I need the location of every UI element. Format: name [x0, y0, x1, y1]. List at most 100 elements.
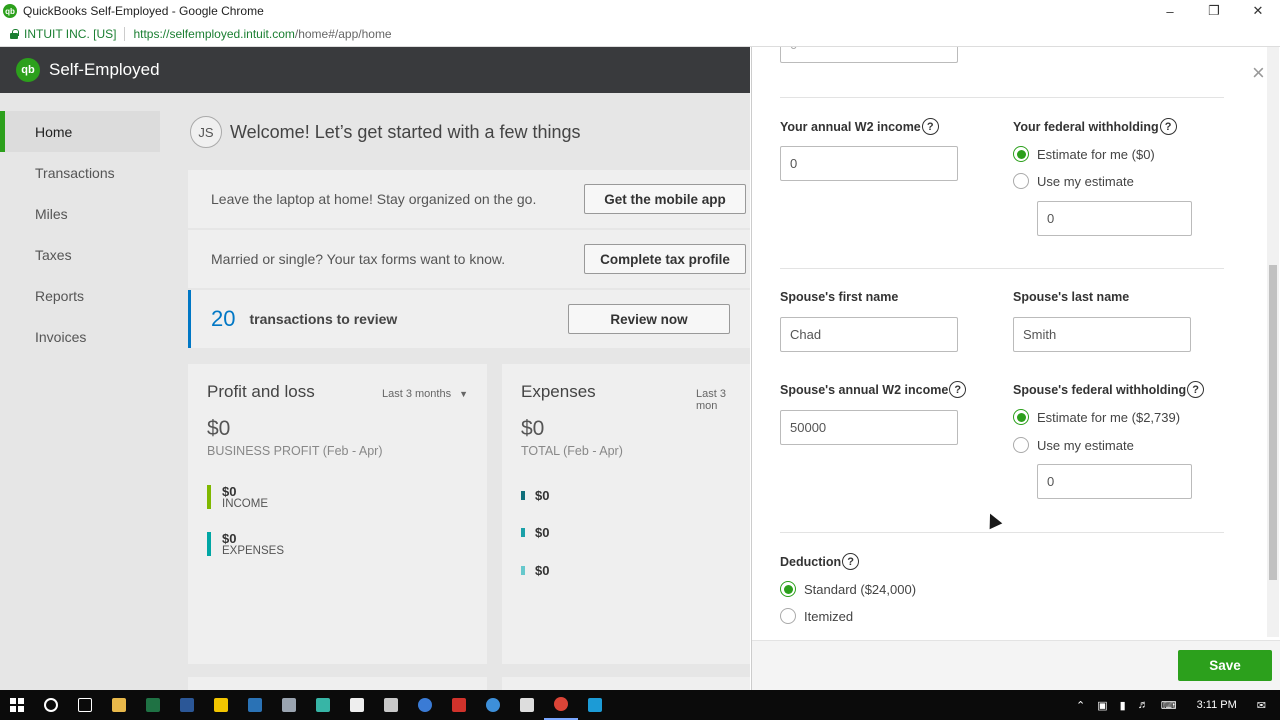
get-mobile-app-button[interactable]: Get the mobile app [584, 184, 746, 214]
spouse-first-name-input[interactable]: Chad [780, 317, 958, 352]
clock-time[interactable]: 3:11 PM [1197, 699, 1237, 711]
keyboard-icon[interactable]: ⌨ [1161, 699, 1177, 712]
expenses-card: Expenses Last 3 mon $0 TOTAL (Feb - Apr)… [502, 364, 750, 664]
spouse-federal-withholding-label-text: Spouse's federal withholding [1013, 382, 1187, 397]
chrome-icon[interactable] [544, 690, 578, 720]
profit-loss-card: Profit and loss Last 3 months ▼ $0 BUSIN… [188, 364, 487, 664]
sidebar-item-miles[interactable]: Miles [0, 193, 160, 234]
expenses-subtitle: TOTAL (Feb - Apr) [521, 444, 623, 458]
radio-selected-icon [1013, 146, 1029, 162]
sidebar-item-transactions[interactable]: Transactions [0, 152, 160, 193]
sidebar-item-home[interactable]: Home [0, 111, 160, 152]
expense-swatch [521, 528, 525, 537]
restore-icon[interactable]: ❐ [1192, 0, 1236, 22]
radio-label: Use my estimate [1037, 437, 1134, 453]
spouse-w2-income-label-text: Spouse's annual W2 income [780, 382, 949, 397]
battery-icon[interactable]: ▮ [1120, 699, 1126, 712]
volume-icon[interactable]: ♬ [1138, 699, 1149, 711]
spouse-last-name-input[interactable]: Smith [1013, 317, 1191, 352]
radio-label: Itemized [804, 608, 854, 624]
spouse-federal-withholding-label: Spouse's federal withholding ? [1013, 381, 1205, 398]
help-icon[interactable]: ? [1187, 381, 1205, 398]
spouse-w2-income-input[interactable]: 50000 [780, 410, 958, 445]
income-label: INCOME [222, 498, 268, 510]
quickbooks-logo-icon[interactable]: qb [16, 58, 40, 82]
deduction-standard-radio[interactable]: Standard ($24,000) [780, 581, 916, 597]
fed-estimate-input[interactable]: 0 [1037, 201, 1192, 236]
file-explorer-icon[interactable] [102, 690, 136, 720]
save-button[interactable]: Save [1178, 650, 1272, 681]
next-card-edge [188, 677, 487, 690]
expenses-amount: $0 [521, 417, 545, 440]
profit-loss-title: Profit and loss [207, 382, 315, 401]
help-icon[interactable]: ? [949, 381, 967, 398]
help-icon[interactable]: ? [842, 553, 860, 570]
cortana-icon[interactable] [34, 690, 68, 720]
app-main: Home Transactions Miles Taxes Reports In… [0, 93, 750, 690]
network-icon[interactable]: ▣ [1097, 699, 1107, 712]
excel-icon[interactable] [136, 690, 170, 720]
fed-use-my-estimate-radio[interactable]: Use my estimate [1013, 173, 1134, 189]
task-message: Married or single? Your tax forms want t… [211, 251, 506, 267]
sidebar-item-taxes[interactable]: Taxes [0, 234, 160, 275]
app-icon[interactable] [442, 690, 476, 720]
federal-withholding-label: Your federal withholding ? [1013, 118, 1177, 135]
deduction-label: Deduction ? [780, 553, 860, 570]
spouse-last-name-label: Spouse's last name [1013, 290, 1130, 304]
partial-top-field[interactable]: 0 [780, 47, 958, 63]
deduction-label-text: Deduction [780, 554, 842, 569]
url-host[interactable]: https://selfemployed.intuit.com [133, 27, 294, 41]
app-icon[interactable] [374, 690, 408, 720]
review-now-button[interactable]: Review now [568, 304, 730, 334]
app-icon[interactable] [306, 690, 340, 720]
url-path[interactable]: /home#/app/home [295, 27, 392, 41]
complete-tax-profile-button[interactable]: Complete tax profile [584, 244, 746, 274]
minimize-icon[interactable]: – [1148, 0, 1192, 22]
w2-income-label-text: Your annual W2 income [780, 119, 921, 134]
radio-label: Use my estimate [1037, 173, 1134, 189]
task-message: Leave the laptop at home! Stay organized… [211, 191, 537, 207]
spouse-first-name-label: Spouse's first name [780, 290, 899, 304]
help-icon[interactable]: ? [1159, 118, 1177, 135]
profit-loss-range-dropdown[interactable]: Last 3 months ▼ [382, 388, 468, 400]
partial-top-value: 0 [790, 47, 797, 52]
welcome-header: JS Welcome! Let’s get started with a few… [190, 116, 581, 148]
avatar[interactable]: JS [190, 116, 222, 148]
tax-profile-drawer: × 0 Your annual W2 income ? 0 Your feder… [751, 47, 1280, 690]
radio-label: Estimate for me ($2,739) [1037, 409, 1181, 425]
spouse-fed-use-my-estimate-radio[interactable]: Use my estimate [1013, 437, 1134, 453]
fed-estimate-for-me-radio[interactable]: Estimate for me ($0) [1013, 146, 1155, 162]
sidebar-item-reports[interactable]: Reports [0, 275, 160, 316]
welcome-text: Welcome! Let’s get started with a few th… [230, 121, 581, 142]
expenses-title: Expenses [521, 382, 596, 401]
windows-start-icon[interactable] [0, 690, 34, 720]
help-icon[interactable]: ? [921, 118, 939, 135]
spouse-fed-estimate-for-me-radio[interactable]: Estimate for me ($2,739) [1013, 409, 1180, 425]
app-icon[interactable] [204, 690, 238, 720]
w2-income-input[interactable]: 0 [780, 146, 958, 181]
drawer-scroll-thumb[interactable] [1269, 265, 1277, 580]
windows-taskbar: ⌃ ▣ ▮ ♬ ⌨ 3:11 PM ✉ [0, 690, 1280, 720]
app-icon[interactable] [340, 690, 374, 720]
app-icon[interactable] [272, 690, 306, 720]
close-drawer-icon[interactable]: × [1252, 60, 1265, 86]
app-icon[interactable] [238, 690, 272, 720]
close-window-icon[interactable]: ✕ [1236, 0, 1280, 22]
word-icon[interactable] [170, 690, 204, 720]
task-message: transactions to review [249, 311, 398, 327]
address-bar[interactable]: INTUIT INC. [US] https://selfemployed.in… [0, 22, 1280, 47]
task-view-icon[interactable] [68, 690, 102, 720]
spouse-fed-estimate-input[interactable]: 0 [1037, 464, 1192, 499]
deduction-itemized-radio[interactable]: Itemized [780, 608, 853, 624]
notifications-icon[interactable]: ✉ [1257, 699, 1266, 712]
app-icon[interactable] [476, 690, 510, 720]
profit-subtitle: BUSINESS PROFIT (Feb - Apr) [207, 444, 383, 458]
sidebar-item-invoices[interactable]: Invoices [0, 316, 160, 357]
browser-titlebar: qb QuickBooks Self-Employed - Google Chr… [0, 0, 1280, 22]
app-icon[interactable] [578, 690, 612, 720]
app-icon[interactable] [408, 690, 442, 720]
expenses-range-dropdown[interactable]: Last 3 mon [696, 388, 750, 412]
certificate-org: INTUIT INC. [US] [24, 27, 117, 41]
calculator-icon[interactable] [510, 690, 544, 720]
show-hidden-icons-icon[interactable]: ⌃ [1076, 699, 1085, 712]
